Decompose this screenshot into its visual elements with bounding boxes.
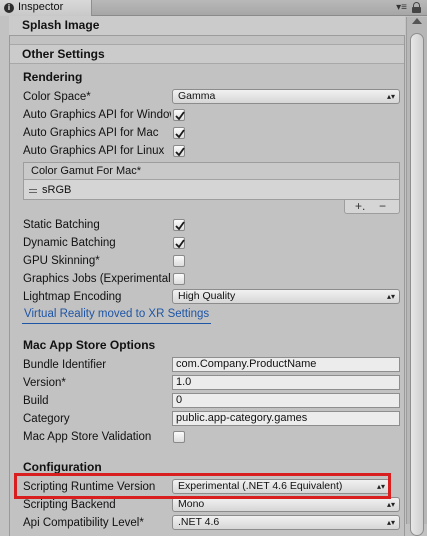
static-batching-checkbox[interactable] xyxy=(173,219,185,231)
vertical-scrollbar[interactable] xyxy=(406,17,427,536)
static-batching-label: Static Batching xyxy=(23,219,100,231)
version-field[interactable]: 1.0 xyxy=(172,375,400,390)
info-icon: i xyxy=(4,3,14,13)
scripting-backend-value: Mono xyxy=(178,498,205,510)
color-space-value: Gamma xyxy=(178,90,216,102)
tab-menu-icon[interactable]: ▾≡ xyxy=(396,2,407,13)
graphics-jobs-checkbox[interactable] xyxy=(173,273,185,285)
vr-xr-settings-link[interactable]: Virtual Reality moved to XR Settings xyxy=(22,307,212,324)
other-settings-header[interactable]: Other Settings xyxy=(10,44,404,64)
highlight-annotation xyxy=(14,473,391,499)
mac-app-store-validation-label: Mac App Store Validation xyxy=(23,431,152,443)
category-field[interactable]: public.app-category.games xyxy=(172,411,400,426)
color-gamut-list: Color Gamut For Mac* sRGB xyxy=(23,162,400,200)
checkmark-icon xyxy=(175,129,185,139)
dynamic-batching-checkbox[interactable] xyxy=(173,237,185,249)
tab-inspector[interactable]: i Inspector xyxy=(0,0,92,16)
build-field[interactable]: 0 xyxy=(172,393,400,408)
dropdown-arrows-icon: ▴▾ xyxy=(386,518,395,527)
auto-graphics-api-windows-checkbox[interactable] xyxy=(173,109,185,121)
build-label: Build xyxy=(23,395,49,407)
dropdown-arrows-icon: ▴▾ xyxy=(386,92,395,101)
auto-graphics-api-mac-checkbox[interactable] xyxy=(173,127,185,139)
checkmark-icon xyxy=(175,111,185,121)
auto-graphics-api-mac-label: Auto Graphics API for Mac xyxy=(23,127,159,139)
mac-app-store-section-title: Mac App Store Options xyxy=(23,338,156,352)
add-item-button[interactable]: +. xyxy=(355,199,365,213)
dropdown-arrows-icon: ▴▾ xyxy=(386,292,395,301)
api-compatibility-level-dropdown[interactable]: .NET 4.6 ▴▾ xyxy=(172,515,400,530)
scrollbar-thumb[interactable] xyxy=(410,33,424,536)
auto-graphics-api-linux-checkbox[interactable] xyxy=(173,145,185,157)
color-space-label: Color Space* xyxy=(23,91,91,103)
drag-handle-icon[interactable] xyxy=(29,189,37,193)
rendering-section-title: Rendering xyxy=(23,70,83,84)
version-label: Version* xyxy=(23,377,66,389)
remove-item-button[interactable]: − xyxy=(379,199,386,213)
color-space-dropdown[interactable]: Gamma ▴▾ xyxy=(172,89,400,104)
bundle-identifier-label: Bundle Identifier xyxy=(23,359,107,371)
list-add-remove: +. − xyxy=(344,199,400,214)
bundle-identifier-field[interactable]: com.Company.ProductName xyxy=(172,357,400,372)
api-compatibility-level-value: .NET 4.6 xyxy=(178,516,220,528)
tab-inspector-label: Inspector xyxy=(18,1,64,13)
checkmark-icon xyxy=(175,147,185,157)
mac-app-store-validation-checkbox[interactable] xyxy=(173,431,185,443)
auto-graphics-api-windows-label: Auto Graphics API for Windows xyxy=(23,109,171,121)
list-item[interactable]: sRGB xyxy=(24,181,399,200)
gpu-skinning-checkbox[interactable] xyxy=(173,255,185,267)
api-compatibility-level-label: Api Compatibility Level* xyxy=(23,517,144,529)
lightmap-encoding-value: High Quality xyxy=(178,290,236,302)
color-gamut-header: Color Gamut For Mac* xyxy=(24,163,399,180)
scroll-up-arrow-icon[interactable] xyxy=(412,18,422,24)
lightmap-encoding-dropdown[interactable]: High Quality ▴▾ xyxy=(172,289,400,304)
lightmap-encoding-label: Lightmap Encoding xyxy=(23,291,122,303)
auto-graphics-api-linux-label: Auto Graphics API for Linux xyxy=(23,145,165,157)
dynamic-batching-label: Dynamic Batching xyxy=(23,237,116,249)
checkmark-icon xyxy=(175,239,185,249)
splash-image-header[interactable]: Splash Image xyxy=(9,16,405,36)
color-gamut-item-label: sRGB xyxy=(42,184,72,196)
category-label: Category xyxy=(23,413,70,425)
dropdown-arrows-icon: ▴▾ xyxy=(386,500,395,509)
scripting-backend-label: Scripting Backend xyxy=(23,499,116,511)
inspector-tab-bar: i Inspector ▾≡ xyxy=(0,0,427,16)
scripting-backend-dropdown[interactable]: Mono ▴▾ xyxy=(172,497,400,512)
configuration-section-title: Configuration xyxy=(23,460,102,474)
gpu-skinning-label: GPU Skinning* xyxy=(23,255,100,267)
graphics-jobs-label: Graphics Jobs (Experimental) xyxy=(23,273,171,285)
checkmark-icon xyxy=(175,221,185,231)
lock-icon[interactable] xyxy=(412,2,421,13)
